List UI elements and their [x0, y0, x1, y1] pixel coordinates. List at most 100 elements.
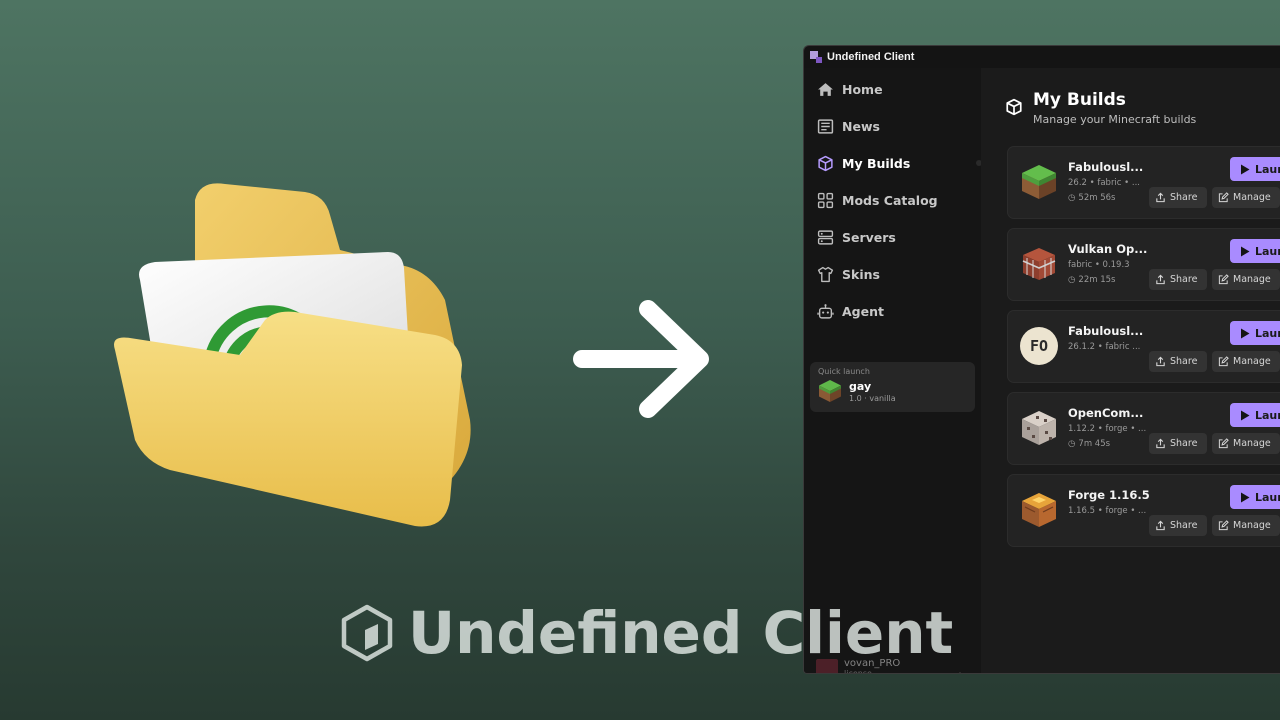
brand-logo: Undefined Client	[340, 604, 953, 662]
page-title: My Builds	[1033, 90, 1126, 110]
arrow-right-icon	[573, 300, 709, 418]
manage-label: Manage	[1233, 192, 1271, 203]
titlebar: Undefined Client	[804, 46, 1280, 68]
chest-icon	[1022, 248, 1056, 280]
server-icon	[816, 228, 834, 246]
cube-icon	[816, 154, 834, 172]
build-card[interactable]: OpenCom... 1.12.2 • forge • ... ◷ 7m 45s …	[1007, 392, 1280, 465]
build-meta: 1.12.2 • forge • ...	[1068, 424, 1147, 434]
share-label: Share	[1170, 274, 1198, 285]
manage-label: Manage	[1233, 520, 1271, 531]
quick-launch-name: gay	[849, 379, 872, 393]
launch-button[interactable]: Laun	[1230, 403, 1280, 427]
share-icon	[1156, 274, 1165, 285]
clock-icon: ◷	[1068, 193, 1076, 203]
grass-block-icon	[819, 380, 841, 402]
sidebar-item-agent[interactable]: Agent	[810, 296, 975, 326]
build-name: Vulkan Op...	[1068, 242, 1148, 256]
sidebar-item-label: Home	[842, 81, 883, 97]
launch-button[interactable]: Laun	[1230, 157, 1280, 181]
build-playtime: ◷ 52m 56s	[1068, 193, 1115, 203]
manage-label: Manage	[1233, 438, 1271, 449]
brand-text: Undefined Client	[408, 599, 954, 667]
sidebar-item-news[interactable]: News	[810, 111, 975, 141]
play-icon	[1241, 246, 1250, 256]
launch-label: Laun	[1255, 326, 1280, 340]
share-label: Share	[1170, 520, 1198, 531]
share-label: Share	[1170, 438, 1198, 449]
launch-label: Laun	[1255, 408, 1280, 422]
sidebar-item-mods-catalog[interactable]: Mods Catalog	[810, 185, 975, 215]
sidebar-item-servers[interactable]: Servers	[810, 222, 975, 252]
sidebar-item-label: Servers	[842, 229, 896, 245]
share-button[interactable]: Share	[1149, 187, 1207, 208]
home-icon	[816, 80, 834, 98]
quick-launch-meta: 1.0 · vanilla	[849, 393, 896, 403]
launch-button[interactable]: Laun	[1230, 239, 1280, 263]
robot-icon	[816, 302, 834, 320]
clock-icon: ◷	[1068, 439, 1076, 449]
playtime-value: 52m 56s	[1078, 193, 1116, 203]
quick-launch-card[interactable]: Quick launch gay 1.0 · vanilla	[810, 362, 975, 412]
build-card[interactable]: Forge 1.16.5 1.16.5 • forge • ... Laun S…	[1007, 474, 1280, 547]
build-initials: FO	[1029, 337, 1049, 355]
share-icon	[1156, 520, 1165, 531]
launch-label: Laun	[1255, 162, 1280, 176]
page-header: My Builds Manage your Minecraft builds	[1005, 90, 1196, 126]
manage-button[interactable]: Manage	[1212, 433, 1280, 454]
play-icon	[1241, 164, 1250, 174]
launch-button[interactable]: Laun	[1230, 485, 1280, 509]
edit-icon	[1218, 438, 1229, 449]
app-logo-icon	[810, 51, 822, 63]
manage-button[interactable]: Manage	[1212, 515, 1280, 536]
playtime-value: 22m 15s	[1078, 275, 1116, 285]
build-card[interactable]: Vulkan Op... fabric • 0.19.3 ◷ 22m 15s La…	[1007, 228, 1280, 301]
sidebar-item-label: News	[842, 118, 880, 134]
build-name: OpenCom...	[1068, 406, 1144, 420]
build-card[interactable]: FO Fabulousl... 26.1.2 • fabric ... Laun…	[1007, 310, 1280, 383]
build-meta: 26.2 • fabric • ...	[1068, 178, 1140, 188]
user-license: license	[844, 669, 872, 674]
lamp-block-icon	[1022, 493, 1056, 527]
share-button[interactable]: Share	[1149, 351, 1207, 372]
ore-block-icon	[1022, 411, 1056, 445]
share-button[interactable]: Share	[1149, 515, 1207, 536]
edit-icon	[1218, 356, 1229, 367]
build-meta: 26.1.2 • fabric ...	[1068, 342, 1141, 352]
window-title: Undefined Client	[827, 51, 915, 63]
clock-icon: ◷	[1068, 275, 1076, 285]
quick-launch-label: Quick launch	[818, 367, 870, 376]
build-name: Fabulousl...	[1068, 324, 1144, 338]
share-button[interactable]: Share	[1149, 433, 1207, 454]
grass-block-icon	[1022, 165, 1056, 199]
play-icon	[1241, 410, 1250, 420]
manage-label: Manage	[1233, 274, 1271, 285]
launch-label: Laun	[1255, 490, 1280, 504]
sidebar: Home News My Builds Mods Catalog Servers…	[804, 68, 982, 674]
manage-button[interactable]: Manage	[1212, 187, 1280, 208]
share-button[interactable]: Share	[1149, 269, 1207, 290]
main-panel: My Builds Manage your Minecraft builds F…	[981, 68, 1280, 673]
sidebar-item-label: Skins	[842, 266, 880, 282]
edit-icon	[1218, 520, 1229, 531]
chevron-up-icon[interactable]: ︿	[954, 663, 966, 673]
app-window: Undefined Client Home News My Builds Mod…	[803, 45, 1280, 674]
shirt-icon	[816, 265, 834, 283]
manage-button[interactable]: Manage	[1212, 269, 1280, 290]
launch-button[interactable]: Laun	[1230, 321, 1280, 345]
sidebar-item-skins[interactable]: Skins	[810, 259, 975, 289]
playtime-value: 7m 45s	[1078, 439, 1111, 449]
share-icon	[1156, 438, 1165, 449]
sidebar-item-label: My Builds	[842, 155, 911, 171]
build-name: Forge 1.16.5	[1068, 488, 1150, 502]
build-card[interactable]: Fabulousl... 26.2 • fabric • ... ◷ 52m 56…	[1007, 146, 1280, 219]
sidebar-item-my-builds[interactable]: My Builds	[810, 148, 975, 178]
sidebar-item-home[interactable]: Home	[810, 74, 975, 104]
grid-icon	[816, 191, 834, 209]
build-playtime: ◷ 22m 15s	[1068, 275, 1115, 285]
manage-button[interactable]: Manage	[1212, 351, 1280, 372]
build-meta: 1.16.5 • forge • ...	[1068, 506, 1147, 516]
share-label: Share	[1170, 192, 1198, 203]
sidebar-item-label: Agent	[842, 303, 884, 319]
play-icon	[1241, 492, 1250, 502]
